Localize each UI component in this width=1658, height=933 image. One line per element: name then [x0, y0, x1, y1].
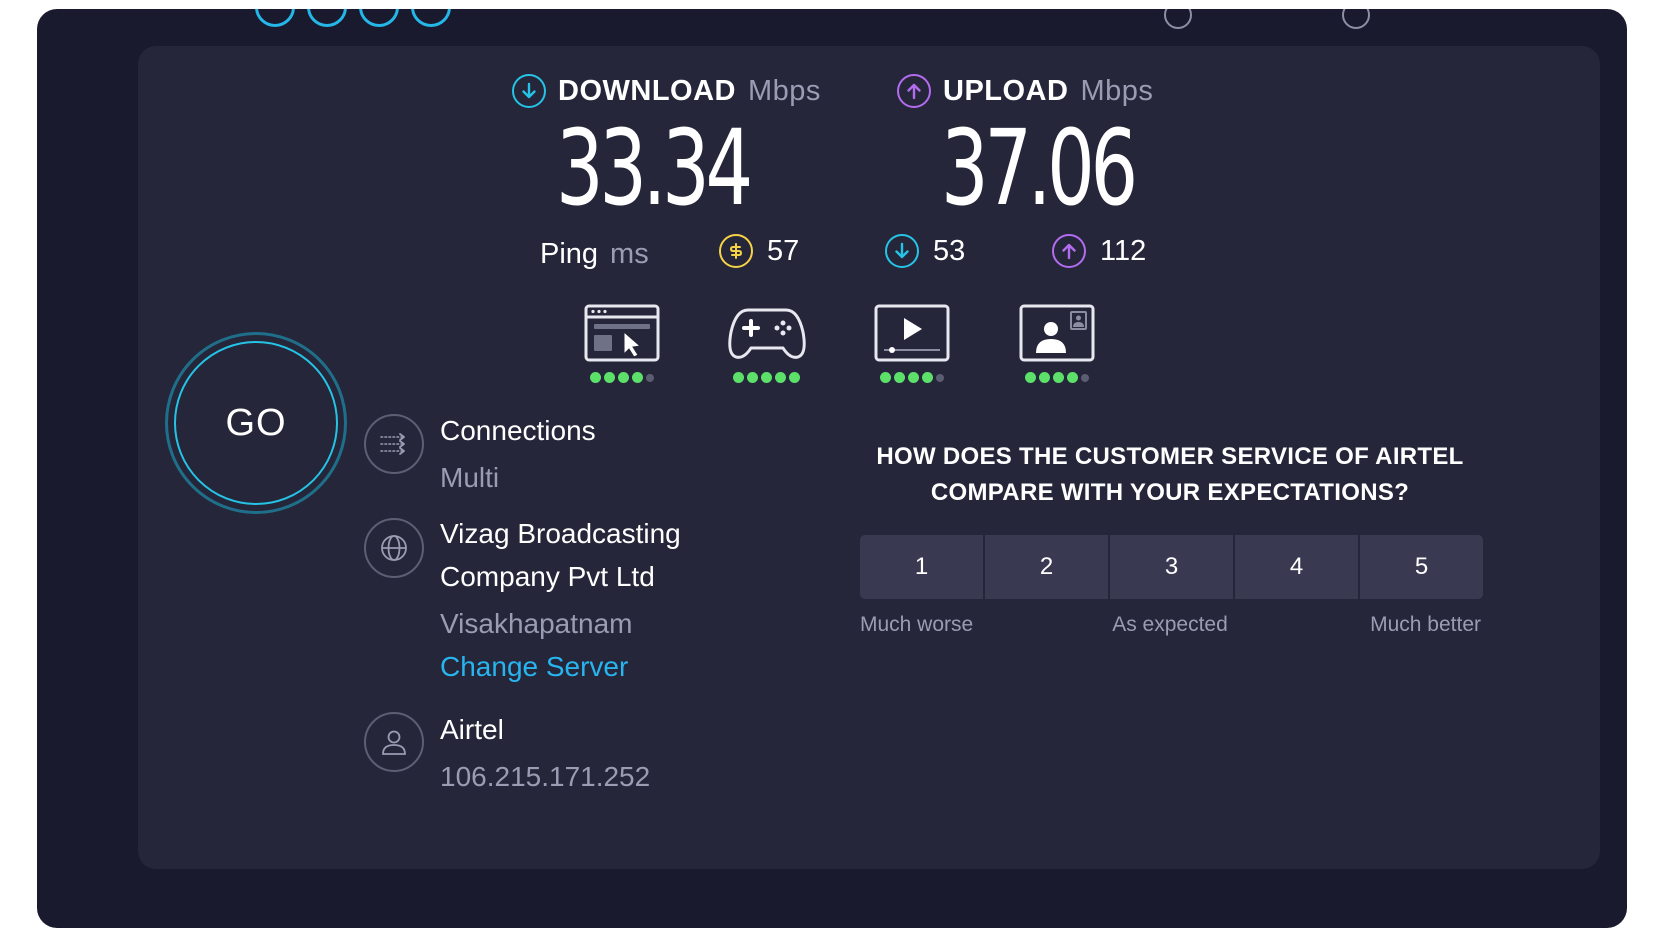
survey-scale: 1 2 3 4 5 [860, 535, 1483, 599]
survey-question-line1: HOW DOES THE CUSTOMER SERVICE OF AIRTEL [876, 443, 1464, 470]
download-label: DOWNLOAD [558, 74, 736, 107]
go-button[interactable]: GO [174, 341, 338, 505]
download-arrow-icon [512, 74, 546, 108]
upload-label: UPLOAD [943, 74, 1069, 107]
upload-value: 37.06 [941, 107, 1138, 229]
survey-question: HOW DOES THE CUSTOMER SERVICE OF AIRTEL … [860, 439, 1480, 511]
video-streaming-icon [874, 304, 949, 362]
provider-name: Airtel [440, 714, 504, 745]
results-icon [1164, 9, 1192, 29]
survey-option-1[interactable]: 1 [860, 535, 983, 599]
video-call-icon [1019, 304, 1094, 362]
server-name-line1: Vizag Broadcasting [440, 518, 681, 549]
go-button-ring: GO [165, 332, 347, 514]
upload-arrow-icon [897, 74, 931, 108]
server-info: Vizag Broadcasting Company Pvt Ltd Visak… [440, 512, 681, 688]
rating-dots [1024, 372, 1089, 383]
ping-upload: 112 [1052, 234, 1146, 268]
app-ratings [549, 304, 1129, 383]
web-browsing-icon [584, 304, 659, 362]
ping-label: Ping [540, 238, 599, 270]
app-rating-streaming[interactable] [839, 304, 984, 383]
upload-unit: Mbps [1080, 74, 1154, 107]
nav-circle-icon[interactable] [411, 9, 451, 27]
survey-option-4[interactable]: 4 [1235, 535, 1358, 599]
server-name-line2: Company Pvt Ltd [440, 561, 655, 592]
top-nav-strip [37, 9, 1627, 45]
settings-nav[interactable] [1342, 9, 1370, 29]
ping-download-value: 53 [933, 234, 966, 267]
ping-idle: 57 [719, 234, 799, 268]
connections-info: Connections Multi [440, 409, 596, 499]
app-rating-browsing[interactable] [549, 304, 694, 383]
ping-upload-value: 112 [1100, 234, 1147, 267]
ping-idle-value: 57 [767, 234, 800, 267]
rating-dots [733, 372, 800, 383]
survey-option-5[interactable]: 5 [1360, 535, 1483, 599]
results-nav[interactable] [1164, 9, 1192, 29]
user-icon [364, 712, 424, 772]
download-unit: Mbps [747, 74, 821, 107]
survey-mid-label: As expected [1112, 613, 1228, 636]
connections-icon [364, 414, 424, 474]
results-panel: DOWNLOAD Mbps 33.34 UPLOAD Mbps 37.06 Pi… [138, 46, 1600, 869]
change-server-link[interactable]: Change Server [440, 645, 681, 688]
connections-title: Connections [440, 415, 596, 446]
survey-question-line2: COMPARE WITH YOUR EXPECTATIONS? [930, 479, 1410, 506]
ping-download: 53 [885, 234, 965, 268]
rating-dots [589, 372, 654, 383]
ping-idle-icon [719, 234, 753, 268]
app-rating-video-call[interactable] [984, 304, 1129, 383]
globe-icon [364, 518, 424, 578]
upload-header: UPLOAD Mbps [897, 74, 1153, 108]
connections-value[interactable]: Multi [440, 456, 596, 499]
survey-option-2[interactable]: 2 [985, 535, 1108, 599]
gear-icon [1342, 9, 1370, 29]
provider-info: Airtel 106.215.171.252 [440, 708, 650, 798]
provider-ip: 106.215.171.252 [440, 761, 651, 792]
download-header: DOWNLOAD Mbps [512, 74, 821, 108]
app-rating-gaming[interactable] [694, 304, 839, 383]
ping-header: Ping ms [540, 238, 649, 271]
nav-circle-icon[interactable] [359, 9, 399, 27]
nav-circle-icon[interactable] [255, 9, 295, 27]
download-arrow-icon [885, 234, 919, 268]
upload-arrow-icon [1052, 234, 1086, 268]
survey-option-3[interactable]: 3 [1110, 535, 1233, 599]
nav-circle-icon[interactable] [307, 9, 347, 27]
gaming-controller-icon [727, 308, 806, 359]
survey-low-label: Much worse [860, 613, 974, 636]
ping-unit: ms [610, 238, 649, 270]
rating-dots [879, 372, 944, 383]
download-value: 33.34 [556, 107, 753, 229]
server-location: Visakhapatnam [440, 608, 633, 639]
speedtest-window: DOWNLOAD Mbps 33.34 UPLOAD Mbps 37.06 Pi… [37, 9, 1627, 928]
survey-high-label: Much better [1370, 613, 1481, 636]
